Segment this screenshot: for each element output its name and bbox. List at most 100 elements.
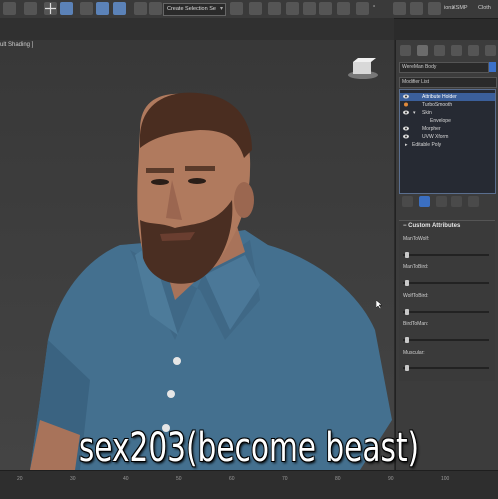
stack-item-label: Morpher bbox=[422, 126, 441, 132]
secondary-toolbar bbox=[0, 18, 394, 40]
material-editor-icon[interactable] bbox=[337, 2, 350, 15]
object-color-swatch[interactable] bbox=[489, 62, 496, 72]
slider-thumb[interactable] bbox=[405, 252, 409, 258]
timeline-tick: 40 bbox=[123, 476, 129, 482]
timeline-tick: 80 bbox=[335, 476, 341, 482]
angle-snap-icon[interactable] bbox=[80, 2, 93, 15]
stack-item-label: TurboSmooth bbox=[422, 102, 453, 108]
hierarchy-tab-icon[interactable] bbox=[434, 45, 445, 56]
slider-wolf-to-bird[interactable] bbox=[403, 309, 489, 315]
stack-tools bbox=[399, 196, 494, 208]
percent-snap-icon[interactable] bbox=[96, 2, 109, 15]
slider-track bbox=[403, 311, 489, 313]
schematic-view-icon[interactable] bbox=[319, 2, 332, 15]
render-icon[interactable] bbox=[410, 2, 423, 15]
main-toolbar: Create Selection Se ▾ ° ions XSMP Cloth bbox=[0, 0, 498, 19]
mirror-icon[interactable] bbox=[230, 2, 243, 15]
timeline-tick: 100 bbox=[441, 476, 450, 482]
remove-modifier-icon[interactable] bbox=[451, 196, 462, 207]
render-setup-icon[interactable] bbox=[356, 2, 369, 15]
eye-icon[interactable] bbox=[403, 126, 409, 131]
timeline-tick: 50 bbox=[176, 476, 182, 482]
slider-thumb[interactable] bbox=[405, 337, 409, 343]
curve-editor-icon[interactable] bbox=[303, 2, 316, 15]
configure-sets-icon[interactable] bbox=[468, 196, 479, 207]
eye-icon[interactable] bbox=[403, 134, 409, 139]
stack-item-envelope[interactable]: Envelope bbox=[400, 117, 495, 125]
slider-thumb[interactable] bbox=[405, 309, 409, 315]
motion-tab-icon[interactable] bbox=[451, 45, 462, 56]
stack-item-skin[interactable]: ▾ Skin bbox=[400, 109, 495, 117]
caption-overlay: sex203(become beast) bbox=[78, 425, 420, 471]
slider-man-to-wolf[interactable] bbox=[403, 252, 489, 258]
toggle-ribbon-icon[interactable] bbox=[286, 2, 299, 15]
selection-set-dropdown[interactable]: Create Selection Se ▾ bbox=[163, 3, 226, 16]
timeline-tick: 70 bbox=[282, 476, 288, 482]
modifier-list-dropdown[interactable]: Modifier List bbox=[399, 77, 497, 88]
stack-item-attribute-holder[interactable]: Attribute Holder bbox=[400, 93, 495, 101]
timeline[interactable] bbox=[0, 470, 498, 499]
character-model bbox=[30, 58, 392, 470]
rollout-title[interactable]: − Custom Attributes bbox=[403, 223, 460, 229]
stack-item-uvw-xform[interactable]: UVW Xform bbox=[400, 133, 495, 141]
stack-item-label: Editable Poly bbox=[412, 142, 442, 148]
utilities-tab-icon[interactable] bbox=[485, 45, 496, 56]
undo-icon[interactable] bbox=[3, 2, 16, 15]
pin-stack-icon[interactable] bbox=[402, 196, 413, 207]
stack-item-turbosmooth[interactable]: TurboSmooth bbox=[400, 101, 495, 109]
slider-muscular[interactable] bbox=[403, 365, 489, 371]
slider-track bbox=[403, 339, 489, 341]
rollout-title-text: Custom Attributes bbox=[408, 223, 461, 229]
slider-label: ManToWolf: bbox=[403, 236, 430, 242]
expand-arrow-icon[interactable]: ▸ bbox=[405, 141, 408, 149]
stack-item-morpher[interactable]: Morpher bbox=[400, 125, 495, 133]
edit-named-selection-icon[interactable] bbox=[134, 2, 147, 15]
rotate-icon[interactable] bbox=[60, 2, 73, 15]
slider-track bbox=[403, 367, 489, 369]
slider-label: ManToBird: bbox=[403, 264, 429, 270]
viewcube-icon[interactable] bbox=[348, 58, 378, 79]
toolbar-label: Cloth bbox=[478, 5, 491, 11]
align-icon[interactable] bbox=[249, 2, 262, 15]
slider-label: Muscular: bbox=[403, 350, 425, 356]
stack-item-editable-poly[interactable]: ▸ Editable Poly bbox=[400, 141, 495, 149]
expand-arrow-icon[interactable]: ▾ bbox=[413, 109, 416, 117]
eye-icon[interactable] bbox=[403, 94, 409, 99]
toolbar-label: XSMP bbox=[452, 5, 468, 11]
stack-item-label: UVW Xform bbox=[422, 134, 449, 140]
eye-icon[interactable] bbox=[403, 110, 409, 115]
bulb-icon[interactable] bbox=[403, 102, 409, 107]
make-unique-icon[interactable] bbox=[436, 196, 447, 207]
slider-label: BirdToMan: bbox=[403, 321, 429, 327]
spinner-snap-icon[interactable] bbox=[113, 2, 126, 15]
timeline-tick: 30 bbox=[70, 476, 76, 482]
slider-thumb[interactable] bbox=[405, 280, 409, 286]
mouse-cursor-icon bbox=[376, 300, 383, 309]
object-name-field[interactable]: WereMan Body bbox=[399, 62, 489, 73]
slider-label: WolfToBird: bbox=[403, 293, 429, 299]
modify-tab-icon[interactable] bbox=[417, 45, 428, 56]
stack-item-label: Skin bbox=[422, 110, 432, 116]
slider-track bbox=[403, 254, 489, 256]
stack-item-label: Attribute Holder bbox=[422, 94, 457, 100]
named-selection-icon[interactable] bbox=[149, 2, 162, 15]
move-icon[interactable] bbox=[44, 2, 57, 15]
render-frame-icon[interactable] bbox=[393, 2, 406, 15]
display-tab-icon[interactable] bbox=[468, 45, 479, 56]
quick-render-icon[interactable] bbox=[428, 2, 441, 15]
modifier-stack[interactable]: Attribute Holder TurboSmooth ▾ Skin Enve… bbox=[399, 89, 496, 194]
slider-bird-to-man[interactable] bbox=[403, 337, 489, 343]
slider-man-to-bird[interactable] bbox=[403, 280, 489, 286]
select-icon[interactable] bbox=[24, 2, 37, 15]
create-tab-icon[interactable] bbox=[400, 45, 411, 56]
chevron-down-icon: ▾ bbox=[219, 6, 223, 12]
selection-set-value: Create Selection Se bbox=[167, 6, 216, 12]
toolbar-label: ° bbox=[373, 5, 376, 11]
show-end-result-icon[interactable] bbox=[419, 196, 430, 207]
timeline-tick: 60 bbox=[229, 476, 235, 482]
timeline-tick: 20 bbox=[17, 476, 23, 482]
stack-item-label: Envelope bbox=[430, 118, 451, 124]
timeline-tick: 90 bbox=[388, 476, 394, 482]
slider-thumb[interactable] bbox=[405, 365, 409, 371]
layer-explorer-icon[interactable] bbox=[268, 2, 281, 15]
